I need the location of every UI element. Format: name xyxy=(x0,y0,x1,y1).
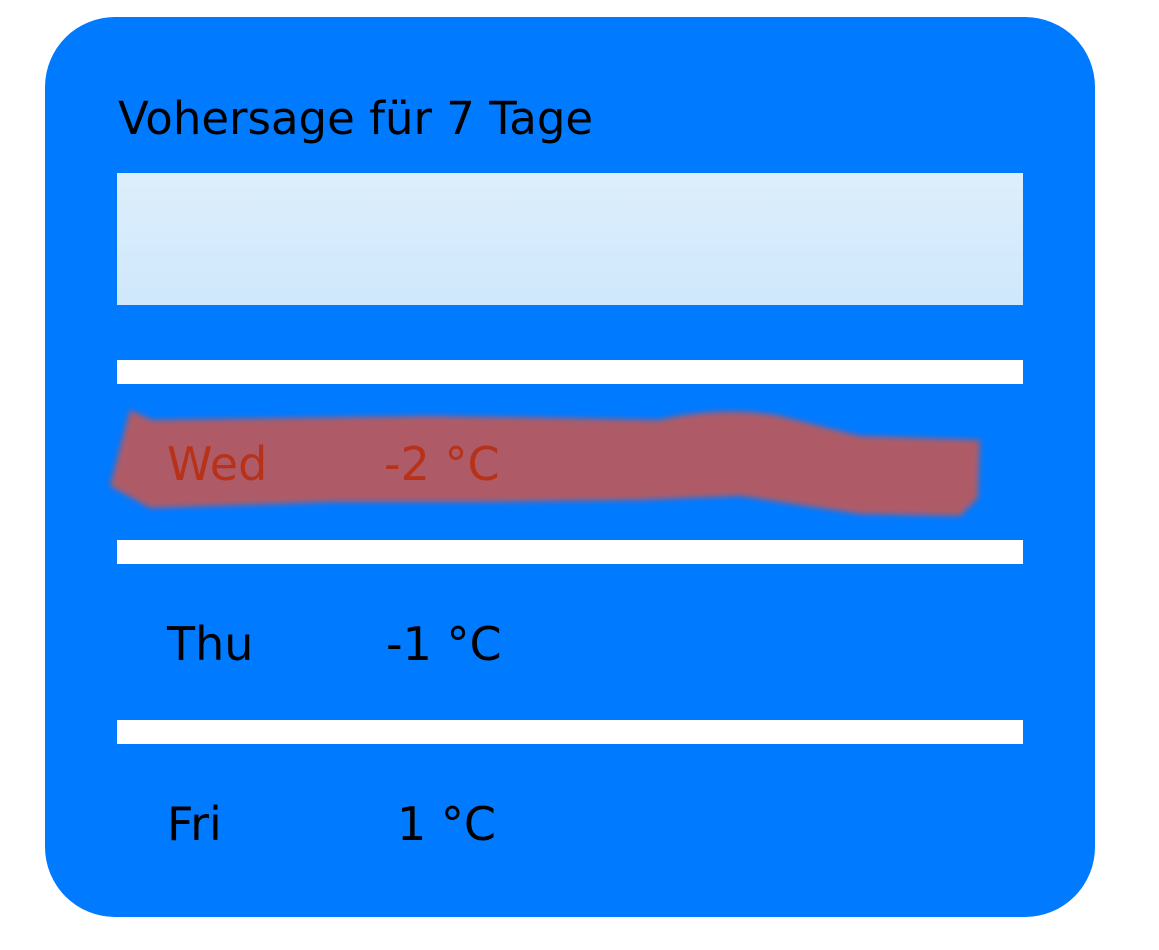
forecast-day-label: Fri xyxy=(167,797,222,851)
forecast-temperature: 1 °C xyxy=(397,797,497,851)
forecast-row-wed: Wed -2 °C xyxy=(0,424,1159,504)
forecast-row-fri: Fri 1 °C xyxy=(0,784,1159,864)
widget-title: Vohersage für 7 Tage xyxy=(118,92,594,145)
forecast-day-label: Wed xyxy=(167,437,268,491)
forecast-day-label: Thu xyxy=(167,617,254,671)
row-divider xyxy=(117,720,1023,744)
forecast-temperature: -1 °C xyxy=(386,617,502,671)
forecast-row-thu: Thu -1 °C xyxy=(0,604,1159,684)
forecast-banner xyxy=(117,173,1023,305)
forecast-temperature: -2 °C xyxy=(384,437,500,491)
row-divider xyxy=(117,540,1023,564)
row-divider xyxy=(117,360,1023,384)
